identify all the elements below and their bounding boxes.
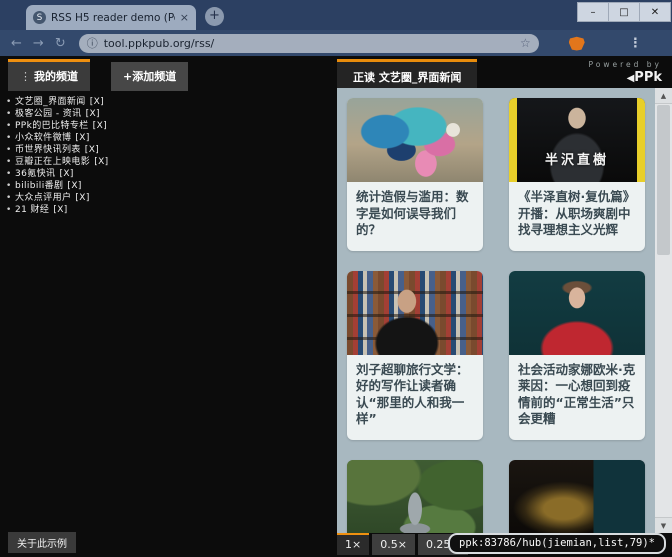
channel-label[interactable]: PPk的巴比特专栏 <box>15 121 89 131</box>
channel-item: 小众软件微博 [X] <box>6 132 326 144</box>
channel-remove[interactable]: [X] <box>86 109 100 119</box>
scrollbar-thumb[interactable] <box>657 105 670 255</box>
channel-item: PPk的巴比特专栏 [X] <box>6 120 326 132</box>
minimize-button[interactable]: – <box>577 2 609 22</box>
back-icon[interactable]: ← <box>11 36 22 51</box>
channel-remove[interactable]: [X] <box>75 193 89 203</box>
channel-item: 36氪快讯 [X] <box>6 168 326 180</box>
powered-by-text: Powered by <box>589 60 662 69</box>
url-bar[interactable]: ⓘ tool.ppkpub.org/rss/ ☆ <box>79 34 539 53</box>
channel-item: 极客公园 - 资讯 [X] <box>6 108 326 120</box>
channel-remove[interactable]: [X] <box>53 205 67 215</box>
channel-label[interactable]: 小众软件微博 <box>15 133 71 143</box>
channel-label[interactable]: 36氪快讯 <box>15 169 55 179</box>
new-tab-button[interactable]: + <box>205 7 224 26</box>
channel-remove[interactable]: [X] <box>75 133 89 143</box>
article-card[interactable]: 半沢直樹 《半泽直树·复仇篇》开播：从职场爽剧中找寻理想主义光辉 <box>509 98 645 251</box>
channel-item: 大众点评用户 [X] <box>6 192 326 204</box>
about-example-button[interactable]: 关于此示例 <box>8 532 76 553</box>
channel-label[interactable]: 币世界快讯列表 <box>15 145 81 155</box>
channel-item: 21 财经 [X] <box>6 204 326 216</box>
ppk-address-badge[interactable]: ppk:83786/hub(jiemian,list,79)* <box>448 533 666 554</box>
channel-item: 文艺圈_界面新闻 [X] <box>6 96 326 108</box>
article-title: 统计造假与滥用：数字是如何误导我们的？ <box>347 182 483 251</box>
article-card[interactable]: 《奥州小道》：松尾芭 <box>347 460 483 534</box>
article-card[interactable]: 居家工作的日子里，你 <box>509 460 645 534</box>
article-card[interactable]: 社会活动家娜欧米·克莱因：一心想回到疫情前的“正常生活”只会更糟 <box>509 271 645 440</box>
article-image <box>509 460 645 534</box>
browser-menu-icon[interactable]: ⋮ <box>629 36 642 51</box>
window-controls: – □ ✕ <box>578 2 671 22</box>
browser-navbar: ← → ↻ ⓘ tool.ppkpub.org/rss/ ☆ ⋮ <box>0 30 672 56</box>
list-icon: ⋮ <box>20 70 31 83</box>
channel-label[interactable]: 豆瓣正在上映电影 <box>15 157 90 167</box>
channel-label[interactable]: bilibili番剧 <box>15 181 63 191</box>
article-image <box>347 271 483 355</box>
zoom-05x-button[interactable]: 0.5× <box>372 534 415 555</box>
metamask-fox-icon[interactable] <box>569 36 585 51</box>
scroll-down-icon[interactable]: ▼ <box>655 517 672 533</box>
ppk-logo-text: PPk <box>634 70 662 85</box>
url-text[interactable]: tool.ppkpub.org/rss/ <box>104 37 514 50</box>
article-card[interactable]: 刘子超聊旅行文学：好的写作让读者确认“那里的人和我一样” <box>347 271 483 440</box>
channel-remove[interactable]: [X] <box>59 169 73 179</box>
reload-icon[interactable]: ↻ <box>55 36 66 51</box>
bookmark-star-icon[interactable]: ☆ <box>520 36 531 50</box>
tab-favicon-icon: S <box>33 11 46 24</box>
browser-titlebar: S RSS H5 reader demo (Powered × + – □ ✕ <box>0 0 672 30</box>
channel-item: 币世界快讯列表 [X] <box>6 144 326 156</box>
close-button[interactable]: ✕ <box>639 2 671 22</box>
article-title: 《半泽直树·复仇篇》开播：从职场爽剧中找寻理想主义光辉 <box>509 182 645 251</box>
article-title: 刘子超聊旅行文学：好的写作让读者确认“那里的人和我一样” <box>347 355 483 440</box>
article-title: 社会活动家娜欧米·克莱因：一心想回到疫情前的“正常生活”只会更糟 <box>509 355 645 440</box>
browser-tab[interactable]: S RSS H5 reader demo (Powered × <box>26 5 196 30</box>
article-feed-panel: 统计造假与滥用：数字是如何误导我们的？ 半沢直樹 《半泽直树·复仇篇》开播：从职… <box>337 88 655 533</box>
channel-label[interactable]: 极客公园 - 资讯 <box>15 109 82 119</box>
channel-label[interactable]: 文艺圈_界面新闻 <box>15 97 86 107</box>
feed-scrollbar[interactable]: ▲ ▼ <box>655 88 672 533</box>
article-image <box>509 271 645 355</box>
poster-text: 半沢直樹 <box>509 149 645 168</box>
article-grid: 统计造假与滥用：数字是如何误导我们的？ 半沢直樹 《半泽直树·复仇篇》开播：从职… <box>347 98 645 533</box>
scroll-up-icon[interactable]: ▲ <box>655 88 672 104</box>
channel-item: 豆瓣正在上映电影 [X] <box>6 156 326 168</box>
my-channels-button[interactable]: ⋮我的频道 <box>8 59 90 91</box>
article-image: 半沢直樹 <box>509 98 645 182</box>
channel-item: bilibili番剧 [X] <box>6 180 326 192</box>
channel-remove[interactable]: [X] <box>90 97 104 107</box>
add-channel-button[interactable]: +添加频道 <box>111 62 188 91</box>
tab-close-icon[interactable]: × <box>180 11 189 24</box>
maximize-button[interactable]: □ <box>608 2 640 22</box>
forward-icon[interactable]: → <box>33 36 44 51</box>
channel-remove[interactable]: [X] <box>93 121 107 131</box>
article-image <box>347 98 483 182</box>
site-info-icon[interactable]: ⓘ <box>87 35 98 51</box>
channel-remove[interactable]: [X] <box>67 181 81 191</box>
channel-remove[interactable]: [X] <box>85 145 99 155</box>
article-image <box>347 460 483 534</box>
my-channels-label: 我的频道 <box>34 70 78 83</box>
channel-remove[interactable]: [X] <box>94 157 108 167</box>
channel-label[interactable]: 大众点评用户 <box>15 193 71 203</box>
channel-list: 文艺圈_界面新闻[X] 极客公园 - 资讯[X] PPk的巴比特专栏[X] 小众… <box>6 96 326 216</box>
channel-label[interactable]: 21 财经 <box>15 205 49 215</box>
article-card[interactable]: 统计造假与滥用：数字是如何误导我们的？ <box>347 98 483 251</box>
tab-title: RSS H5 reader demo (Powered <box>51 12 175 24</box>
powered-by-logo: Powered by ◀PPk <box>589 60 662 85</box>
zoom-1x-button[interactable]: 1× <box>337 533 369 555</box>
